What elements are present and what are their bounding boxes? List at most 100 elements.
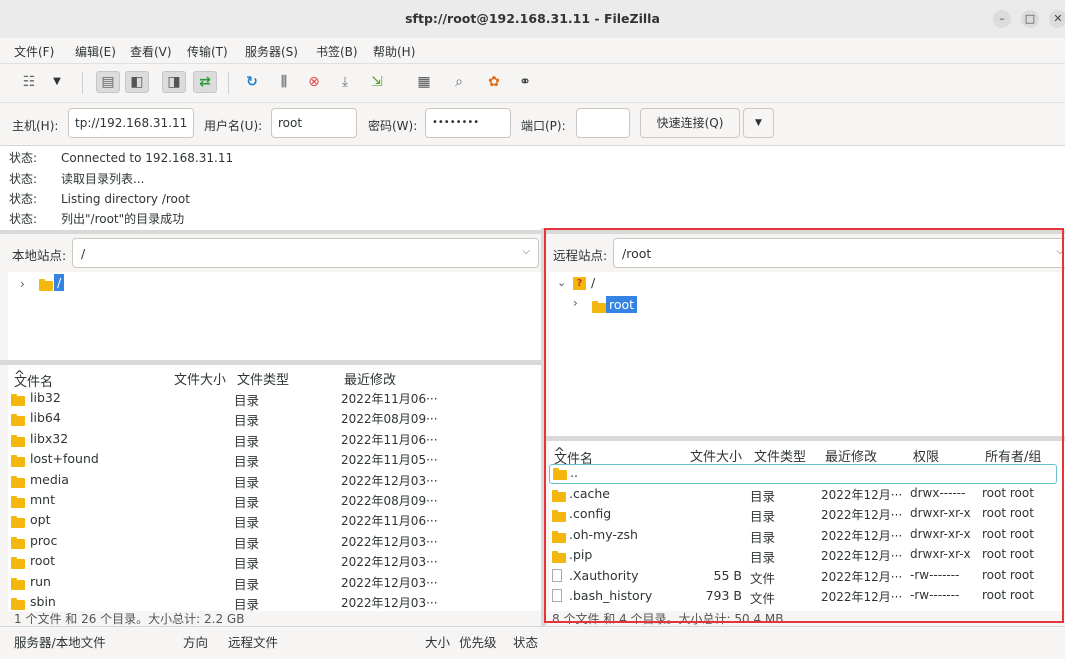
password-input[interactable]: ••••••••: [425, 108, 511, 138]
file-name: media: [30, 471, 69, 487]
table-row[interactable]: libx32 目录 2022年11月06···: [8, 429, 541, 449]
site-manager-icon[interactable]: ☷: [18, 72, 40, 92]
file-name: lib64: [30, 410, 61, 426]
table-row[interactable]: proc 目录 2022年12月03···: [8, 531, 541, 551]
toolbar-separator: [228, 72, 229, 94]
file-type: 目录: [234, 556, 260, 572]
queue-column-size[interactable]: 大小: [425, 632, 450, 651]
maximize-icon[interactable]: □: [1021, 10, 1039, 28]
remote-file-list: 文件名 ^ 文件大小 文件类型 最近修改 权限 所有者/组 .. .cache 目…: [549, 441, 1065, 611]
refresh-icon[interactable]: ↻: [241, 72, 263, 92]
menu-server[interactable]: 服务器(S): [245, 43, 298, 60]
column-permissions[interactable]: 权限: [913, 446, 939, 465]
table-row[interactable]: lib64 目录 2022年08月09···: [8, 408, 541, 428]
menu-view[interactable]: 查看(V): [130, 43, 172, 60]
column-type[interactable]: 文件类型: [754, 446, 806, 465]
expand-chevron-icon[interactable]: ›: [573, 296, 578, 310]
queue-column-remote[interactable]: 远程文件: [228, 632, 278, 651]
column-name[interactable]: 文件名 ^: [14, 369, 53, 390]
column-type[interactable]: 文件类型: [237, 369, 289, 388]
table-row[interactable]: run 目录 2022年12月03···: [8, 572, 541, 592]
file-modified: 2022年11月05···: [341, 453, 438, 468]
message-log: 状态: Connected to 192.168.31.11 状态: 读取目录列表.…: [0, 146, 1065, 234]
toggle-queue-icon[interactable]: ⇄: [193, 71, 217, 93]
file-modified: 2022年11月06···: [341, 432, 438, 447]
directory-listing-icon[interactable]: ▦: [413, 72, 435, 92]
search-files-icon[interactable]: ⌕: [448, 72, 470, 92]
queue-column-direction[interactable]: 方向: [183, 632, 208, 651]
filter-icon[interactable]: ⫼: [273, 72, 295, 92]
chevron-down-icon[interactable]: ⌵: [522, 246, 530, 257]
menu-bar: 文件(F) 编辑(E) 查看(V) 传输(T) 服务器(S) 书签(B) 帮助(…: [0, 38, 1065, 62]
file-type: 目录: [750, 489, 776, 504]
chevron-down-icon[interactable]: ⌵: [1056, 246, 1064, 257]
file-size: 793 B: [705, 588, 742, 603]
quickconnect-dropdown-icon[interactable]: ▼: [743, 108, 774, 138]
file-permissions: -rw-------: [910, 567, 960, 582]
expand-chevron-icon[interactable]: ›: [20, 277, 25, 291]
menu-file[interactable]: 文件(F): [14, 43, 54, 60]
site-manager-dropdown-icon[interactable]: ▼: [46, 72, 68, 92]
table-row[interactable]: sbin 目录 2022年12月03···: [8, 592, 541, 611]
table-row[interactable]: .pip 目录 2022年12月··· drwxr-xr-x root root: [549, 545, 1065, 565]
remote-tree-root-folder[interactable]: root: [606, 296, 638, 313]
disconnect-icon[interactable]: ⤓: [334, 72, 356, 92]
column-owner[interactable]: 所有者/组: [985, 446, 1041, 465]
remote-path-input[interactable]: /root ⌵: [613, 238, 1065, 268]
username-input[interactable]: root: [271, 108, 357, 138]
column-name[interactable]: 文件名 ^: [554, 446, 593, 467]
remote-tree-root[interactable]: /: [591, 275, 595, 290]
title-bar: sftp://root@192.168.31.11 - FileZilla – …: [0, 0, 1065, 39]
table-row[interactable]: .bash_history 793 B 文件 2022年12月··· -rw------…: [549, 586, 1065, 606]
file-owner: root root: [982, 567, 1034, 582]
log-line: 状态: 列出"/root"的目录成功: [9, 212, 185, 226]
cancel-icon[interactable]: ⊗: [303, 72, 325, 92]
file-name: .oh-my-zsh: [569, 526, 638, 542]
remote-status: 8 个文件 和 4 个目录。大小总计: 50.4 MB: [552, 612, 784, 626]
port-input[interactable]: [576, 108, 630, 138]
log-line: 状态: Connected to 192.168.31.11: [9, 151, 234, 165]
file-modified: 2022年12月03···: [341, 473, 438, 488]
remote-site-label: 远程站点:: [553, 248, 608, 263]
file-type: 目录: [234, 495, 260, 510]
column-modified[interactable]: 最近修改: [825, 446, 877, 465]
table-row[interactable]: lib32 目录 2022年11月06···: [8, 388, 541, 408]
table-row[interactable]: .oh-my-zsh 目录 2022年12月··· drwxr-xr-x root ro…: [549, 525, 1065, 545]
menu-help[interactable]: 帮助(H): [373, 43, 415, 60]
minimize-icon[interactable]: –: [993, 10, 1011, 28]
quickconnect-button[interactable]: 快速连接(Q): [640, 108, 740, 138]
file-modified: 2022年12月···: [821, 528, 903, 543]
menu-bookmarks[interactable]: 书签(B): [316, 43, 358, 60]
toggle-local-tree-icon[interactable]: ◧: [125, 71, 149, 93]
table-row[interactable]: .config 目录 2022年12月··· drwxr-xr-x root root: [549, 504, 1065, 524]
local-tree-root[interactable]: /: [54, 274, 65, 291]
vertical-splitter[interactable]: [541, 228, 546, 626]
host-input[interactable]: tp://192.168.31.11: [68, 108, 194, 138]
table-row[interactable]: media 目录 2022年12月03···: [8, 470, 541, 490]
find-icon[interactable]: ⚭: [514, 72, 536, 92]
local-path-input[interactable]: / ⌵: [72, 238, 539, 268]
table-row[interactable]: lost+found 目录 2022年11月05···: [8, 449, 541, 469]
close-icon[interactable]: ✕: [1049, 10, 1065, 28]
local-list-header: 文件名 ^ 文件大小 文件类型 最近修改: [8, 367, 541, 390]
collapse-chevron-icon[interactable]: ⌄: [557, 276, 566, 289]
reconnect-icon[interactable]: ⇲: [366, 72, 388, 92]
parent-directory-row[interactable]: ..: [549, 464, 1057, 484]
queue-column-priority[interactable]: 优先级: [459, 632, 497, 651]
column-size[interactable]: 文件大小: [690, 446, 742, 465]
table-row[interactable]: .cache 目录 2022年12月··· drwx------ root root: [549, 484, 1065, 504]
table-row[interactable]: .Xauthority 55 B 文件 2022年12月··· -rw------- ro…: [549, 566, 1065, 586]
table-row[interactable]: opt 目录 2022年11月06···: [8, 510, 541, 530]
toggle-log-icon[interactable]: ▤: [96, 71, 120, 93]
file-name: lib32: [30, 390, 61, 405]
sync-browse-icon[interactable]: ✿: [483, 72, 505, 92]
queue-column-server[interactable]: 服务器/本地文件: [14, 632, 106, 651]
column-modified[interactable]: 最近修改: [344, 369, 396, 388]
toggle-remote-tree-icon[interactable]: ◨: [162, 71, 186, 93]
table-row[interactable]: mnt 目录 2022年08月09···: [8, 490, 541, 510]
column-size[interactable]: 文件大小: [174, 369, 226, 388]
table-row[interactable]: root 目录 2022年12月03···: [8, 551, 541, 571]
menu-edit[interactable]: 编辑(E): [75, 43, 116, 60]
queue-column-status[interactable]: 状态: [513, 632, 538, 651]
menu-transfer[interactable]: 传输(T): [187, 43, 228, 60]
